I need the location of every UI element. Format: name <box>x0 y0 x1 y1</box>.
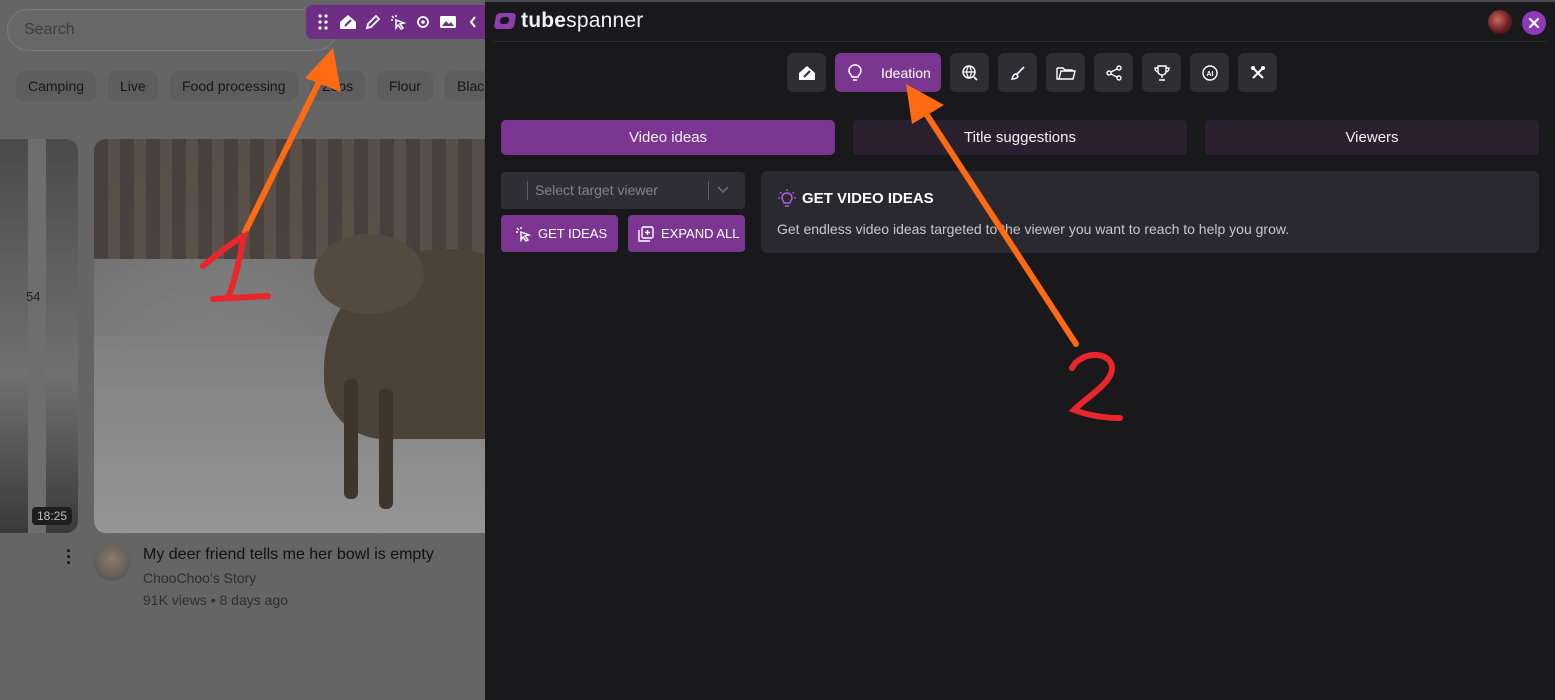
user-avatar[interactable] <box>1488 10 1512 34</box>
brush-icon <box>1010 65 1025 80</box>
video-duration-badge: 18:25 <box>31 507 72 525</box>
tag-search-icon[interactable] <box>411 7 436 37</box>
target-viewer-select[interactable]: Select target viewer <box>501 172 745 209</box>
info-card-title: GET VIDEO IDEAS <box>802 190 934 207</box>
thumbnail-deer-leg <box>344 379 358 499</box>
nav-tools-button[interactable] <box>1238 53 1277 92</box>
nav-dashboard-button[interactable] <box>787 53 826 92</box>
target-viewer-placeholder: Select target viewer <box>535 182 658 198</box>
info-card-description: Get endless video ideas targeted to the … <box>777 221 1290 237</box>
tab-viewers[interactable]: Viewers <box>1205 120 1539 155</box>
chip-food-processing[interactable]: Food processing <box>170 71 298 101</box>
thumbnail-post <box>28 139 46 533</box>
youtube-search-input[interactable]: Search <box>7 9 337 51</box>
video-meta: 91K views • 8 days ago <box>143 592 288 608</box>
share-icon <box>1105 64 1122 81</box>
tab-title-suggestions[interactable]: Title suggestions <box>853 120 1187 155</box>
ideation-tabs: Video ideas Title suggestions Viewers <box>501 120 1539 155</box>
lightbulb-icon <box>778 189 796 207</box>
nav-ideation-button[interactable]: Ideation <box>835 53 941 92</box>
tools-icon <box>1250 65 1265 79</box>
nav-thumbnail-button[interactable] <box>998 53 1037 92</box>
chip-flour[interactable]: Flour <box>377 71 433 101</box>
video-channel-name[interactable]: ChooChoo's Story <box>143 570 256 586</box>
cursor-click-icon <box>516 226 531 242</box>
video-thumbnail-left[interactable]: 54 18:25 <box>0 139 78 533</box>
chip-camping[interactable]: Camping <box>16 71 97 101</box>
trophy-icon <box>1153 64 1170 81</box>
get-ideas-button[interactable]: GET IDEAS <box>501 215 618 252</box>
nav-share-button[interactable] <box>1094 53 1133 92</box>
pencil-icon[interactable] <box>360 7 385 37</box>
youtube-page: Search Camping Live Food processing Zoos… <box>0 0 486 700</box>
thumbnail-woodpile <box>94 139 486 259</box>
channel-avatar[interactable] <box>94 545 130 581</box>
thumbnail-deer-head <box>314 234 424 314</box>
header-divider <box>493 41 1547 42</box>
get-video-ideas-card: GET VIDEO IDEAS Get endless video ideas … <box>761 171 1539 253</box>
tab-video-ideas[interactable]: Video ideas <box>501 120 835 155</box>
expand-all-label: EXPAND ALL <box>661 226 740 241</box>
screenshot-stage: Search Camping Live Food processing Zoos… <box>0 0 1555 700</box>
chevron-down-icon[interactable] <box>716 182 730 196</box>
select-divider <box>708 181 709 200</box>
brand-name-second: spanner <box>566 9 644 32</box>
tubespanner-panel: tubespanner Ideation AI Video ideas Titl… <box>485 0 1555 700</box>
thumbnail-sign-number: 54 <box>26 289 41 304</box>
nav-projects-button[interactable] <box>1046 53 1085 92</box>
select-divider <box>527 181 528 200</box>
svg-text:AI: AI <box>1206 71 1213 78</box>
tool-navbar: Ideation AI <box>787 53 1277 93</box>
image-icon[interactable] <box>436 7 461 37</box>
folder-icon <box>1055 66 1076 80</box>
close-button[interactable] <box>1522 11 1546 35</box>
drag-handle-icon[interactable] <box>310 7 335 37</box>
lightbulb-icon <box>848 63 862 81</box>
thumbnail-deer-leg <box>379 389 393 509</box>
nav-competitors-button[interactable] <box>1142 53 1181 92</box>
get-ideas-label: GET IDEAS <box>538 226 608 241</box>
ai-icon: AI <box>1201 64 1218 81</box>
chevron-left-icon[interactable] <box>461 7 486 37</box>
brand-name: tubespanner <box>521 9 643 33</box>
more-options-icon[interactable]: · · · <box>66 542 72 572</box>
close-icon <box>1528 17 1540 29</box>
cursor-click-icon[interactable] <box>385 7 410 37</box>
tubespanner-logo-icon <box>493 13 517 29</box>
mini-toolbar <box>306 5 486 39</box>
chip-blac[interactable]: Blac <box>445 71 486 101</box>
video-title[interactable]: My deer friend tells me her bowl is empt… <box>143 546 434 564</box>
nav-ideation-label: Ideation <box>881 64 931 81</box>
expand-icon <box>638 225 654 242</box>
dashboard-icon <box>798 65 815 80</box>
dashboard-icon[interactable] <box>335 7 360 37</box>
brand: tubespanner <box>493 8 643 34</box>
video-thumbnail-main[interactable] <box>94 139 486 533</box>
globe-search-icon <box>961 64 978 81</box>
nav-seo-button[interactable] <box>950 53 989 92</box>
expand-all-button[interactable]: EXPAND ALL <box>628 215 745 252</box>
brand-name-first: tube <box>521 9 567 32</box>
nav-ai-button[interactable]: AI <box>1190 53 1229 92</box>
chip-zoos[interactable]: Zoos <box>310 71 366 101</box>
chip-live[interactable]: Live <box>108 71 158 101</box>
